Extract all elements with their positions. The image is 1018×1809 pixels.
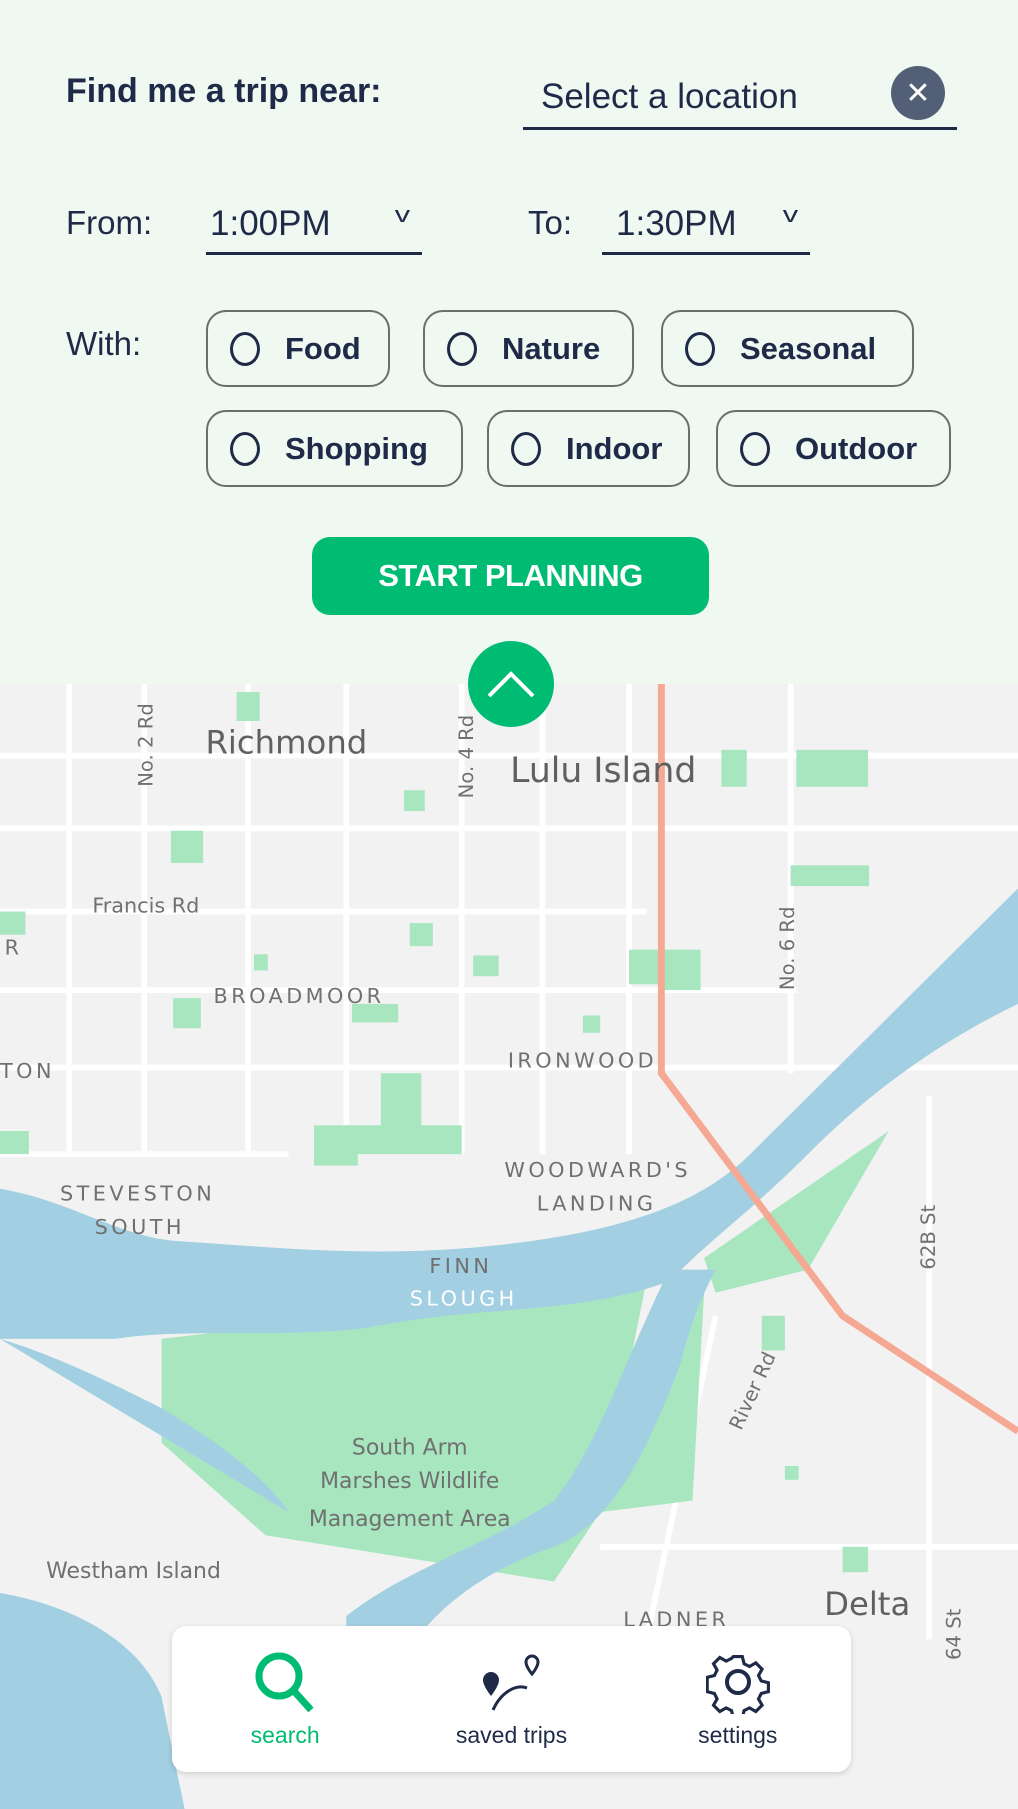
nav-label: saved trips <box>455 1721 568 1748</box>
radio-icon <box>511 431 541 466</box>
map-label: Richmond <box>205 723 367 761</box>
radio-icon <box>230 431 260 466</box>
map-label: 62B St <box>917 1204 940 1269</box>
map-label: No. 4 Rd <box>455 715 478 799</box>
radio-icon <box>740 431 770 466</box>
from-time-dropdown[interactable]: 1:00PM v <box>206 196 422 255</box>
map-label: No. 2 Rd <box>134 703 157 787</box>
map-label: SLOUGH <box>410 1286 518 1310</box>
collapse-panel-button[interactable] <box>468 641 554 727</box>
filter-chip-outdoor[interactable]: Outdoor <box>716 410 951 487</box>
filter-chip-nature[interactable]: Nature <box>423 310 634 387</box>
map-label: STEVESTON <box>60 1181 215 1205</box>
map-label: SOUTH <box>95 1215 185 1239</box>
chevron-down-icon: v <box>782 202 799 227</box>
chevron-down-icon: v <box>394 202 411 227</box>
nav-label: settings <box>698 1721 778 1748</box>
chip-label: Seasonal <box>740 330 877 366</box>
gear-icon <box>705 1654 770 1714</box>
start-planning-button[interactable]: START PLANNING <box>312 537 709 615</box>
map-label: South Arm <box>352 1435 468 1460</box>
radio-icon <box>230 331 260 366</box>
map-label: Francis Rd <box>92 894 199 918</box>
map-label: No. 6 Rd <box>776 906 799 990</box>
route-pins-icon <box>483 1654 540 1711</box>
filter-chip-seasonal[interactable]: Seasonal <box>661 310 914 387</box>
nav-item-settings[interactable]: settings <box>638 1650 838 1749</box>
map-label: TON <box>0 1059 55 1083</box>
map-label: Marshes Wildlife <box>320 1469 499 1494</box>
nav-item-saved-trips[interactable]: saved trips <box>411 1650 611 1749</box>
chip-label: Shopping <box>285 430 428 466</box>
map-label: Westham Island <box>46 1559 221 1584</box>
close-icon[interactable]: ✕ <box>891 66 945 120</box>
map-label: BROADMOOR <box>214 984 385 1008</box>
filter-chip-shopping[interactable]: Shopping <box>206 410 463 487</box>
map-label: LANDING <box>537 1192 657 1216</box>
search-title: Find me a trip near: <box>66 72 382 110</box>
map-label: 64 St <box>942 1608 965 1660</box>
map-label: WOODWARD'S <box>504 1158 691 1182</box>
map-label: IRONWOOD <box>508 1048 657 1072</box>
radio-icon <box>685 331 715 366</box>
filter-chip-indoor[interactable]: Indoor <box>487 410 690 487</box>
to-time-dropdown[interactable]: 1:30PM v <box>602 196 810 255</box>
to-label: To: <box>528 204 573 241</box>
map-label: R <box>5 935 19 959</box>
from-label: From: <box>66 204 153 241</box>
trip-search-panel: Find me a trip near: Select a location ✕… <box>0 0 1018 684</box>
map-label: Lulu Island <box>510 751 696 791</box>
search-icon <box>255 1652 314 1712</box>
map-label: Delta <box>824 1585 910 1623</box>
chip-label: Nature <box>502 330 601 366</box>
location-placeholder: Select a location <box>541 76 798 116</box>
nav-item-search[interactable]: search <box>185 1650 385 1749</box>
bottom-nav: search saved trips settings <box>172 1626 851 1772</box>
map-label: FINN <box>429 1254 492 1278</box>
from-time-value: 1:00PM <box>210 204 331 243</box>
map-label: Management Area <box>309 1507 511 1532</box>
nav-label: search <box>250 1721 320 1748</box>
chip-label: Food <box>285 330 361 366</box>
radio-icon <box>447 331 477 366</box>
to-time-value: 1:30PM <box>616 204 737 243</box>
filter-chip-food[interactable]: Food <box>206 310 390 387</box>
chevron-up-icon <box>487 671 535 698</box>
chip-label: Outdoor <box>795 430 918 466</box>
chip-label: Indoor <box>566 430 663 466</box>
with-label: With: <box>66 325 142 362</box>
